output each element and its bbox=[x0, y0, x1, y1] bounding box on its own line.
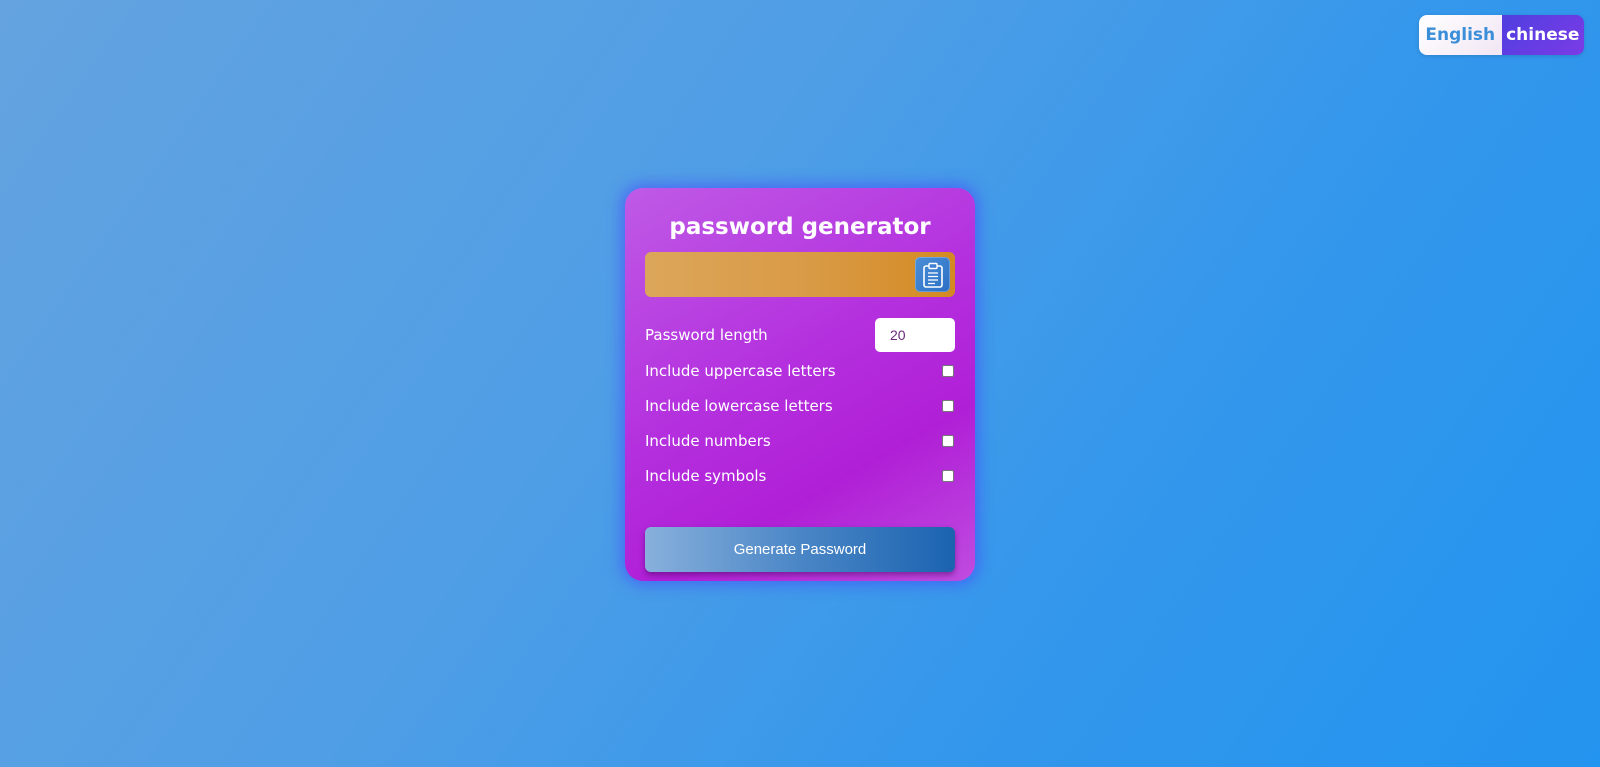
setting-uppercase: Include uppercase letters bbox=[645, 353, 955, 388]
english-button[interactable]: English bbox=[1419, 15, 1502, 55]
length-label: Password length bbox=[645, 326, 768, 344]
lowercase-checkbox[interactable] bbox=[942, 399, 954, 412]
language-switch: English chinese bbox=[1419, 15, 1584, 55]
settings-list: Password length Include uppercase letter… bbox=[645, 318, 955, 493]
setting-numbers: Include numbers bbox=[645, 423, 955, 458]
copy-button[interactable] bbox=[915, 257, 950, 292]
password-generator-card: password generator Password length Inclu… bbox=[625, 188, 975, 581]
symbols-label: Include symbols bbox=[645, 466, 767, 485]
generate-password-button[interactable]: Generate Password bbox=[645, 527, 955, 572]
clipboard-icon bbox=[922, 262, 943, 288]
setting-symbols: Include symbols bbox=[645, 458, 955, 493]
password-result bbox=[645, 252, 955, 297]
uppercase-label: Include uppercase letters bbox=[645, 361, 836, 380]
chinese-button[interactable]: chinese bbox=[1501, 15, 1584, 55]
uppercase-checkbox[interactable] bbox=[942, 364, 954, 377]
lowercase-label: Include lowercase letters bbox=[645, 396, 833, 415]
numbers-label: Include numbers bbox=[645, 431, 771, 450]
numbers-checkbox[interactable] bbox=[942, 434, 954, 447]
card-title: password generator bbox=[669, 214, 931, 240]
symbols-checkbox[interactable] bbox=[942, 469, 954, 482]
length-input[interactable] bbox=[875, 318, 955, 352]
setting-length: Password length bbox=[645, 318, 955, 352]
setting-lowercase: Include lowercase letters bbox=[645, 388, 955, 423]
